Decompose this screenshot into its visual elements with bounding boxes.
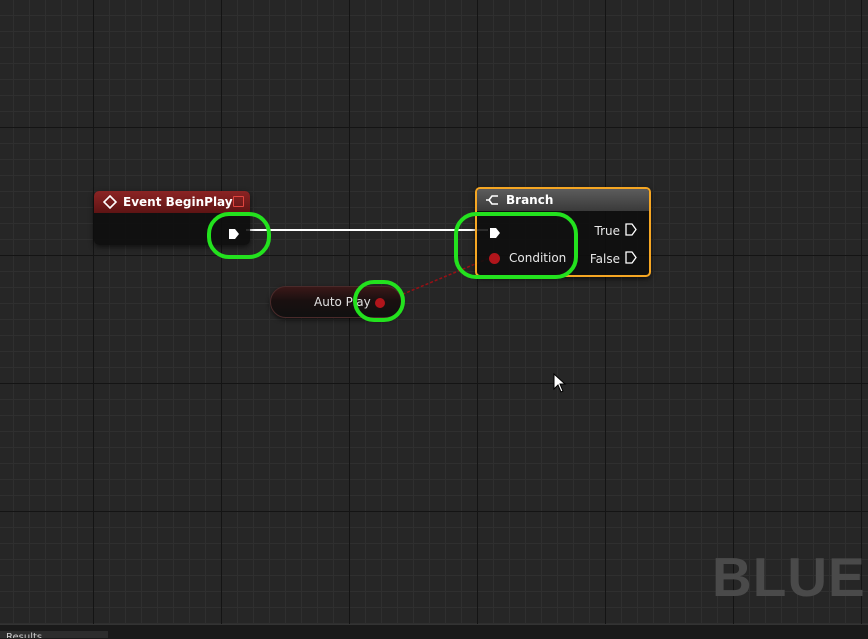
- delegate-pin-icon[interactable]: [233, 196, 244, 207]
- blueprint-watermark: BLUEP: [712, 546, 868, 608]
- true-output-row[interactable]: True: [595, 223, 638, 239]
- false-exec-pin-icon[interactable]: [625, 251, 637, 267]
- false-label: False: [589, 252, 620, 266]
- branch-header: Branch: [477, 189, 649, 211]
- event-beginplay-header: Event BeginPlay: [94, 191, 250, 213]
- mouse-cursor-icon: [553, 373, 567, 393]
- branch-inputs-highlight: [454, 212, 578, 279]
- exec-output-pin-highlight: [207, 212, 271, 259]
- event-diamond-icon: [102, 194, 118, 210]
- false-output-row[interactable]: False: [590, 251, 637, 267]
- connection-wires: [246, 229, 493, 303]
- results-tab[interactable]: Results: [0, 631, 108, 638]
- branch-icon: [486, 193, 500, 207]
- true-exec-pin-icon[interactable]: [625, 223, 637, 239]
- event-beginplay-title: Event BeginPlay: [123, 195, 233, 209]
- auto-play-pin-highlight: [353, 280, 405, 322]
- true-label: True: [594, 224, 621, 238]
- branch-title: Branch: [506, 193, 554, 207]
- bottom-panel-bar: [0, 624, 868, 639]
